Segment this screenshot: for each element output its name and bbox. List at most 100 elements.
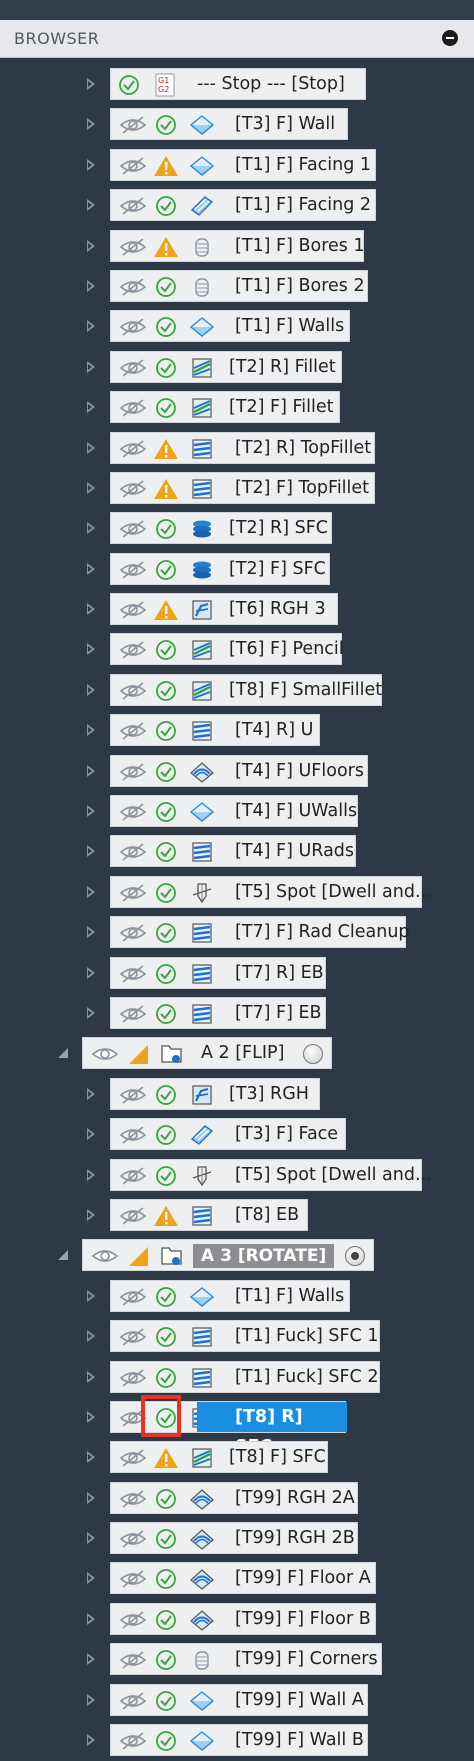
active-setup-radio[interactable]	[303, 1044, 323, 1065]
expand-closed-icon[interactable]	[86, 1410, 96, 1424]
expand-closed-icon[interactable]	[86, 481, 96, 495]
operation-item[interactable]: [T6] RGH 3	[110, 593, 338, 626]
operation-item[interactable]: [T2] R] TopFillet	[110, 431, 375, 464]
hidden-eye-icon[interactable]	[119, 883, 147, 903]
expand-closed-icon[interactable]	[86, 198, 96, 212]
expand-closed-icon[interactable]	[86, 279, 96, 293]
expand-closed-icon[interactable]	[86, 804, 96, 818]
hidden-eye-icon[interactable]	[119, 964, 147, 984]
hidden-eye-icon[interactable]	[119, 1489, 147, 1509]
operation-item[interactable]: G1 G2 --- Stop --- [Stop]	[110, 68, 366, 100]
expand-closed-icon[interactable]	[86, 683, 96, 697]
operation-item[interactable]: [T1] F] Walls	[110, 310, 350, 343]
hidden-eye-icon[interactable]	[119, 560, 147, 580]
hidden-eye-icon[interactable]	[119, 762, 147, 782]
hidden-eye-icon[interactable]	[119, 1448, 147, 1468]
hidden-eye-icon[interactable]	[119, 681, 147, 701]
expand-closed-icon[interactable]	[86, 966, 96, 980]
hidden-eye-icon[interactable]	[119, 277, 147, 297]
operation-item[interactable]: [T1] F] Facing 1	[110, 148, 376, 181]
operation-item[interactable]: [T4] F] UWalls	[110, 795, 358, 828]
operation-item[interactable]: [T4] F] UFloors	[110, 754, 368, 787]
hidden-eye-icon[interactable]	[119, 802, 147, 822]
hidden-eye-icon[interactable]	[119, 519, 147, 539]
hidden-eye-icon[interactable]	[119, 1327, 147, 1347]
expand-closed-icon[interactable]	[86, 925, 96, 939]
operation-item[interactable]: [T1] Fuck] SFC 1	[110, 1320, 380, 1353]
eye-icon[interactable]	[91, 1044, 119, 1064]
expand-closed-icon[interactable]	[86, 1370, 96, 1384]
expand-closed-icon[interactable]	[86, 1168, 96, 1182]
expand-closed-icon[interactable]	[86, 1531, 96, 1545]
operation-item[interactable]: [T3] RGH	[110, 1077, 320, 1110]
expand-closed-icon[interactable]	[86, 319, 96, 333]
active-setup-radio[interactable]	[345, 1246, 365, 1267]
hidden-eye-icon[interactable]	[119, 1166, 147, 1186]
operation-item[interactable]: [T2] F] TopFillet	[110, 471, 375, 504]
hidden-eye-icon[interactable]	[119, 1731, 147, 1751]
hidden-eye-icon[interactable]	[119, 1368, 147, 1388]
operation-item[interactable]: [T99] RGH 2B	[110, 1522, 358, 1555]
expand-closed-icon[interactable]	[86, 602, 96, 616]
expand-closed-icon[interactable]	[86, 1450, 96, 1464]
operation-item[interactable]: [T99] F] Wall B	[110, 1724, 368, 1757]
expand-closed-icon[interactable]	[86, 844, 96, 858]
hidden-eye-icon[interactable]	[119, 358, 147, 378]
hidden-eye-icon[interactable]	[119, 1569, 147, 1589]
operation-item[interactable]: [T99] F] Wall A	[110, 1683, 368, 1716]
hidden-eye-icon[interactable]	[119, 721, 147, 741]
expand-closed-icon[interactable]	[86, 1693, 96, 1707]
operation-item[interactable]: [T2] F] SFC	[110, 552, 330, 585]
expand-closed-icon[interactable]	[86, 723, 96, 737]
hidden-eye-icon[interactable]	[119, 1610, 147, 1630]
operation-item[interactable]: [T1] F] Facing 2	[110, 189, 376, 222]
operation-item[interactable]: [T99] F] Floor A	[110, 1562, 376, 1595]
operation-item[interactable]: [T4] F] URads	[110, 835, 356, 868]
eye-icon[interactable]	[91, 1246, 119, 1266]
expand-closed-icon[interactable]	[86, 1652, 96, 1666]
operation-item[interactable]: [T8] F] SmallFillet	[110, 673, 382, 706]
hidden-eye-icon[interactable]	[119, 317, 147, 337]
expand-closed-icon[interactable]	[86, 1006, 96, 1020]
operation-item[interactable]: [T1] F] Walls	[110, 1279, 350, 1312]
expand-closed-icon[interactable]	[86, 158, 96, 172]
setup-item[interactable]: A 2 [FLIP]	[82, 1037, 332, 1070]
expand-closed-icon[interactable]	[86, 1289, 96, 1303]
operation-item[interactable]: [T1] F] Bores 1	[110, 229, 365, 262]
expand-closed-icon[interactable]	[86, 521, 96, 535]
expand-closed-icon[interactable]	[86, 1612, 96, 1626]
hidden-eye-icon[interactable]	[119, 1085, 147, 1105]
hidden-eye-icon[interactable]	[119, 479, 147, 499]
expand-closed-icon[interactable]	[86, 1571, 96, 1585]
expand-closed-icon[interactable]	[86, 1127, 96, 1141]
hidden-eye-icon[interactable]	[119, 196, 147, 216]
operation-item[interactable]: [T5] Spot [Dwell and...	[110, 1158, 432, 1191]
hidden-eye-icon[interactable]	[119, 439, 147, 459]
operation-item[interactable]: [T3] F] Face	[110, 1118, 346, 1151]
expand-closed-icon[interactable]	[86, 764, 96, 778]
operation-item[interactable]: [T8] EB	[110, 1198, 308, 1231]
operation-item[interactable]: [T1] Fuck] SFC 2	[110, 1360, 380, 1393]
expand-closed-icon[interactable]	[86, 441, 96, 455]
expand-closed-icon[interactable]	[86, 77, 96, 91]
operation-item[interactable]: [T2] R] Fillet	[110, 350, 342, 383]
operation-item[interactable]: [T7] R] EB	[110, 956, 326, 989]
hidden-eye-icon[interactable]	[119, 842, 147, 862]
hidden-eye-icon[interactable]	[119, 1529, 147, 1549]
hidden-eye-icon[interactable]	[119, 156, 147, 176]
operation-item[interactable]: [T99] F] Corners	[110, 1643, 382, 1676]
hidden-eye-icon[interactable]	[119, 1004, 147, 1024]
expand-closed-icon[interactable]	[86, 239, 96, 253]
operation-item[interactable]: [T3] F] Wall	[110, 108, 348, 141]
expand-closed-icon[interactable]	[86, 562, 96, 576]
collapse-icon[interactable]	[442, 30, 458, 46]
operation-item[interactable]: [T1] F] Bores 2	[110, 269, 368, 302]
hidden-eye-icon[interactable]	[119, 237, 147, 257]
hidden-eye-icon[interactable]	[119, 600, 147, 620]
expand-closed-icon[interactable]	[86, 1329, 96, 1343]
hidden-eye-icon[interactable]	[119, 923, 147, 943]
operation-item[interactable]: [T7] F] EB	[110, 996, 326, 1029]
hidden-eye-icon[interactable]	[119, 398, 147, 418]
operation-item[interactable]: [T2] F] Fillet	[110, 391, 340, 424]
setup-item[interactable]: A 3 [ROTATE]	[82, 1239, 374, 1272]
